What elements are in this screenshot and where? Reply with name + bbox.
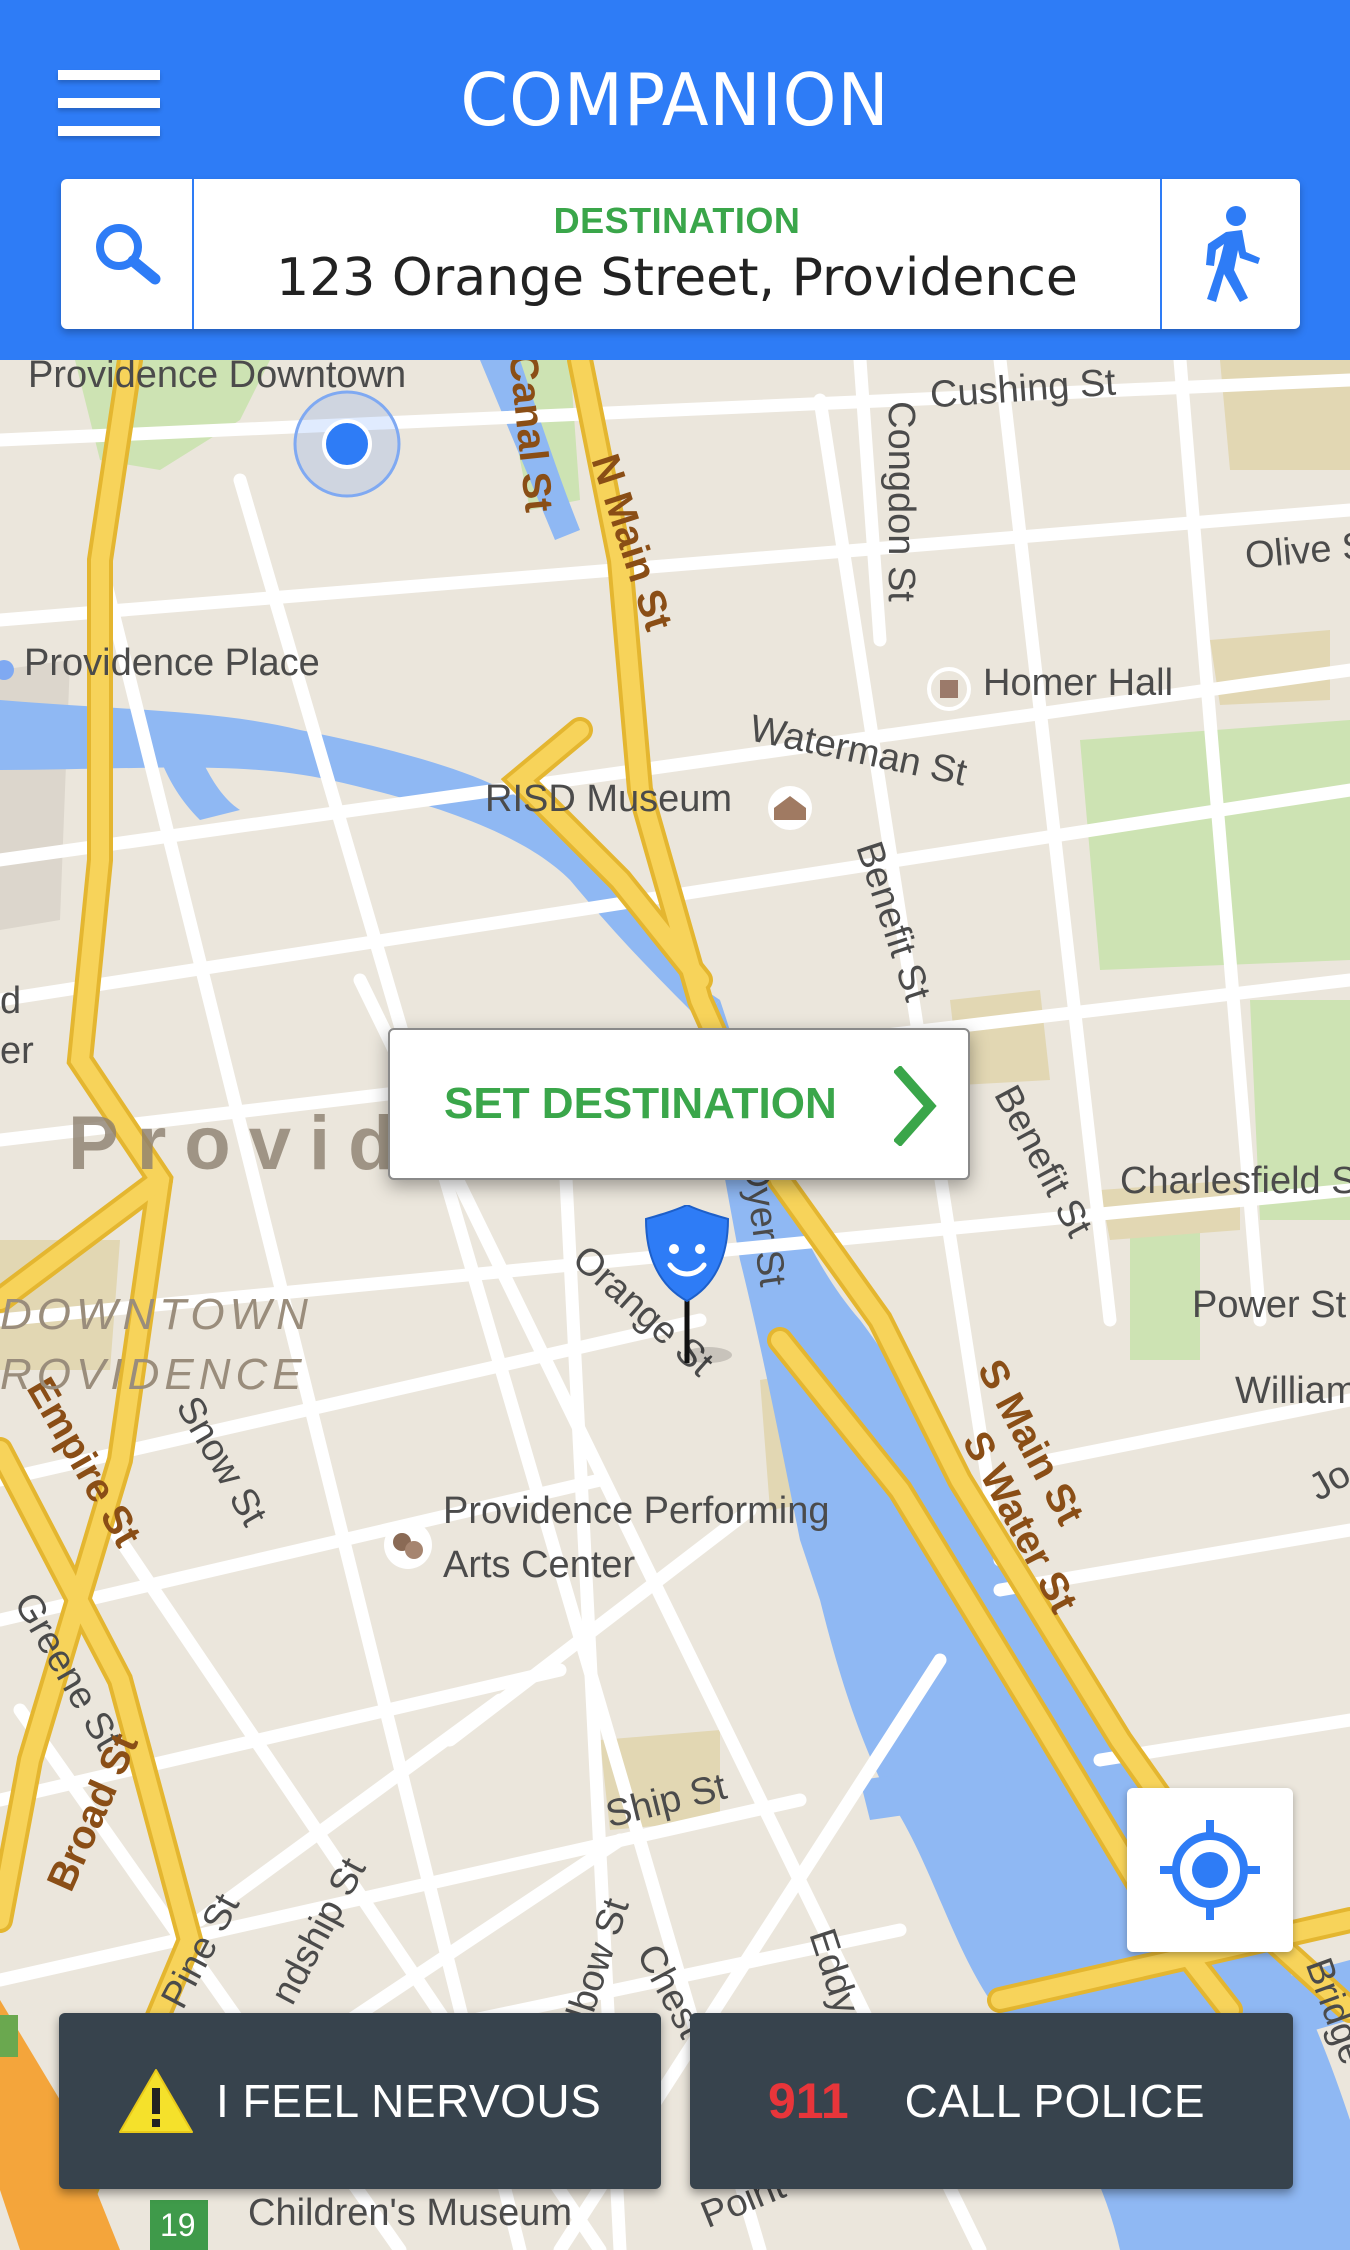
set-destination-label: SET DESTINATION [444,1079,837,1128]
destination-field[interactable]: DESTINATION 123 Orange Street, Providenc… [194,179,1160,329]
route-19-shield: 19 [160,2207,196,2243]
search-button[interactable] [61,179,194,329]
travel-mode-button[interactable] [1160,179,1300,329]
map-label-risd-museum: RISD Museum [485,778,733,820]
map-label-ppac-line2: Arts Center [443,1544,636,1586]
map-label-power-st: Power St [1192,1284,1347,1326]
app-title: COMPANION [460,58,890,142]
destination-search-bar: DESTINATION 123 Orange Street, Providenc… [61,179,1300,329]
app-header: COMPANION DESTINATION 123 Orange Street,… [0,0,1350,360]
call-police-button[interactable]: 911 CALL POLICE [690,2013,1293,2189]
destination-value: 123 Orange Street, Providence [276,248,1078,308]
emergency-number: 911 [768,2073,849,2129]
shield-face-pin-icon[interactable] [640,1205,740,1385]
call-police-label: CALL POLICE [904,2075,1206,2127]
locate-me-button[interactable] [1127,1788,1293,1952]
destination-label: DESTINATION [553,200,801,241]
i-feel-nervous-button[interactable]: I FEEL NERVOUS [59,2013,661,2189]
map-label-congdon-st: Congdon St [879,401,922,602]
map-label-william-st: William [1235,1370,1350,1412]
search-icon [95,224,160,285]
map-label-charlesfield-st: Charlesfield S [1120,1160,1350,1202]
i-feel-nervous-label: I FEEL NERVOUS [216,2075,602,2127]
map-label-childrens-museum: Children's Museum [248,2192,573,2234]
set-destination-button[interactable]: SET DESTINATION [388,1028,970,1180]
map-label-providence-downtown: Providence Downtown [28,360,407,396]
district-label-providence: Provid [68,1101,413,1186]
district-label-downtown-1: DOWNTOWN [0,1290,313,1339]
district-label-downtown-2: ROVIDENCE [0,1350,307,1399]
map-label-homer-hall: Homer Hall [983,662,1174,704]
map-label-edge-er: er [0,1030,34,1072]
walking-person-icon [1206,206,1260,302]
map-label-providence-place: Providence Place [24,642,320,684]
crosshair-locate-icon [1160,1820,1260,1920]
chevron-right-icon [894,1066,937,1146]
map-label-ppac-line1: Providence Performing [443,1490,830,1532]
warning-icon [119,2069,193,2133]
map-label-edge-d: d [0,980,22,1022]
